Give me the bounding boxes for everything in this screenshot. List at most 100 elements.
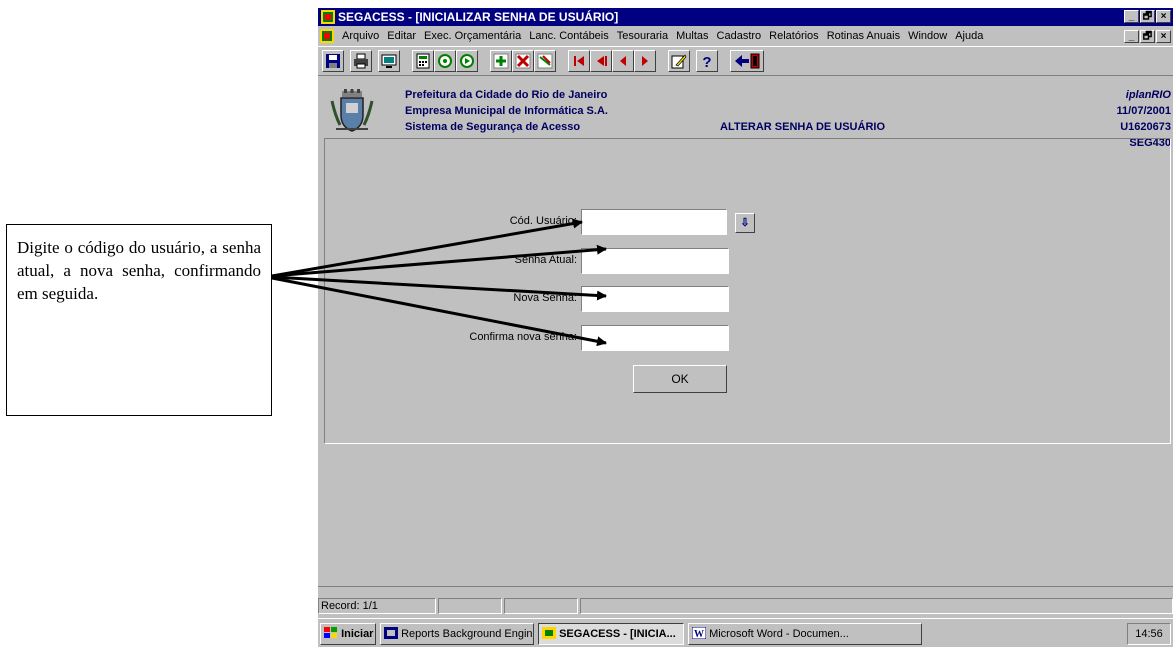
instruction-callout: Digite o código do usuário, a senha atua… [6,224,272,416]
insert-record-button[interactable] [490,50,512,72]
delete-record-icon [515,53,531,69]
save-button[interactable] [322,50,344,72]
previous-record-icon [620,56,626,66]
senha-atual-label: Senha Atual: [514,254,577,266]
task-reports-engine[interactable]: Reports Background Engine [380,623,534,645]
enter-query-button[interactable] [434,50,456,72]
menu-exec-orcamentaria[interactable]: Exec. Orçamentária [420,27,525,45]
menu-ajuda[interactable]: Ajuda [951,27,987,45]
windows-logo-icon [324,627,337,638]
lov-button[interactable]: ⇩ [735,213,755,233]
record-indicator: Record: 1/1 [318,598,436,614]
window-controls: _ 🗗 × [1124,10,1171,23]
calculator-icon [416,53,430,69]
header-system-line: Sistema de Segurança de Acesso [405,121,581,133]
taskbar-clock: 14:56 [1127,623,1171,645]
menu-lanc-contabeis[interactable]: Lanc. Contábeis [525,27,613,45]
task-segacess-label: SEGACESS - [INICIA... [559,628,676,640]
document-window-controls: _ 🗗 × [1124,30,1171,43]
status-divider [318,586,1173,587]
page-title: ALTERAR SENHA DE USUÁRIO [720,121,886,133]
confirma-senha-input[interactable] [581,325,729,351]
nova-senha-input[interactable] [581,286,729,312]
minimize-button[interactable]: _ [1124,10,1139,23]
window-title: SEGACESS - [INICIALIZAR SENHA DE USUÁRIO… [338,10,619,24]
insert-record-icon [493,53,509,69]
cod-usuario-label: Cód. Usuário: [509,215,577,227]
password-form-panel: Cód. Usuário: ⇩ Senha Atual: Nova Senha:… [324,138,1171,444]
task-word[interactable]: W Microsoft Word - Documen... [688,623,922,645]
menu-items: Arquivo Editar Exec. Orçamentária Lanc. … [338,27,987,45]
city-crest-icon [330,89,374,132]
svg-text:?: ? [702,54,711,69]
task-word-label: Microsoft Word - Documen... [709,628,849,640]
help-button[interactable]: ? [696,50,718,72]
menu-cadastro[interactable]: Cadastro [713,27,766,45]
menu-tesouraria[interactable]: Tesouraria [613,27,672,45]
calculator-button[interactable] [412,50,434,72]
status-segment-3 [504,598,578,614]
menu-relatorios[interactable]: Relatórios [765,27,823,45]
reports-engine-icon [384,627,398,639]
previous-record-button[interactable] [612,50,634,72]
menu-editar[interactable]: Editar [383,27,420,45]
header-org-line: Prefeitura da Cidade do Rio de Janeiro [405,89,608,101]
screen-button[interactable] [378,50,400,72]
start-button[interactable]: Iniciar [320,623,376,645]
help-icon: ? [702,54,711,69]
print-button[interactable] [350,50,372,72]
save-icon [326,54,340,68]
form-header: Prefeitura da Cidade do Rio de Janeiro E… [326,83,1171,149]
senha-atual-input[interactable] [581,248,729,274]
edit-button[interactable] [668,50,690,72]
clear-button[interactable] [534,50,556,72]
execute-icon [460,54,474,68]
exit-icon [735,53,760,69]
brand-label: iplanRIO [1125,89,1171,101]
status-bar: Record: 1/1 [318,598,1173,616]
application-window: SEGACESS - [INICIALIZAR SENHA DE USUÁRIO… [318,8,1173,647]
screen-icon [381,54,397,68]
title-bar[interactable]: SEGACESS - [INICIALIZAR SENHA DE USUÁRIO… [318,8,1173,26]
cod-usuario-input[interactable] [581,209,727,235]
close-button[interactable]: × [1156,10,1171,23]
svg-text:W: W [694,629,704,639]
query-icon [438,54,452,68]
print-icon [354,53,368,69]
user-code-label: U1620673 [1120,121,1171,133]
word-icon: W [691,626,707,640]
menu-rotinas-anuais[interactable]: Rotinas Anuais [823,27,904,45]
taskbar: Iniciar Reports Background Engine SEGACE… [318,618,1173,647]
menu-arquivo[interactable]: Arquivo [338,27,383,45]
menu-bar: Arquivo Editar Exec. Orçamentária Lanc. … [318,27,1173,45]
doc-restore-button[interactable]: 🗗 [1140,30,1155,43]
app-icon [321,10,335,24]
edit-icon [671,54,687,69]
execute-query-button[interactable] [456,50,478,72]
arrow-down-icon: ⇩ [740,217,750,229]
toolbar: ? [318,46,1173,76]
exit-button[interactable] [730,50,764,72]
nova-senha-label: Nova Senha: [513,292,577,304]
start-label: Iniciar [341,628,374,640]
first-record-button[interactable] [568,50,590,72]
next-record-icon [642,56,648,66]
menu-window[interactable]: Window [904,27,951,45]
task-segacess[interactable]: SEGACESS - [INICIA... [538,623,684,645]
date-label: 11/07/2001 [1116,105,1171,117]
menu-multas[interactable]: Multas [672,27,712,45]
task-reports-engine-label: Reports Background Engine [401,628,534,640]
status-segment-4 [580,598,1173,614]
clear-icon [537,53,553,69]
delete-record-button[interactable] [512,50,534,72]
confirma-senha-label: Confirma nova senha: [469,331,577,343]
document-window-icon[interactable] [320,29,334,43]
doc-close-button[interactable]: × [1156,30,1171,43]
doc-minimize-button[interactable]: _ [1124,30,1139,43]
header-company-line: Empresa Municipal de Informática S.A. [405,105,608,117]
next-record-button[interactable] [634,50,656,72]
segacess-icon [542,627,556,639]
ok-button[interactable]: OK [633,365,727,393]
previous-set-button[interactable] [590,50,612,72]
maximize-button[interactable]: 🗗 [1140,10,1155,23]
